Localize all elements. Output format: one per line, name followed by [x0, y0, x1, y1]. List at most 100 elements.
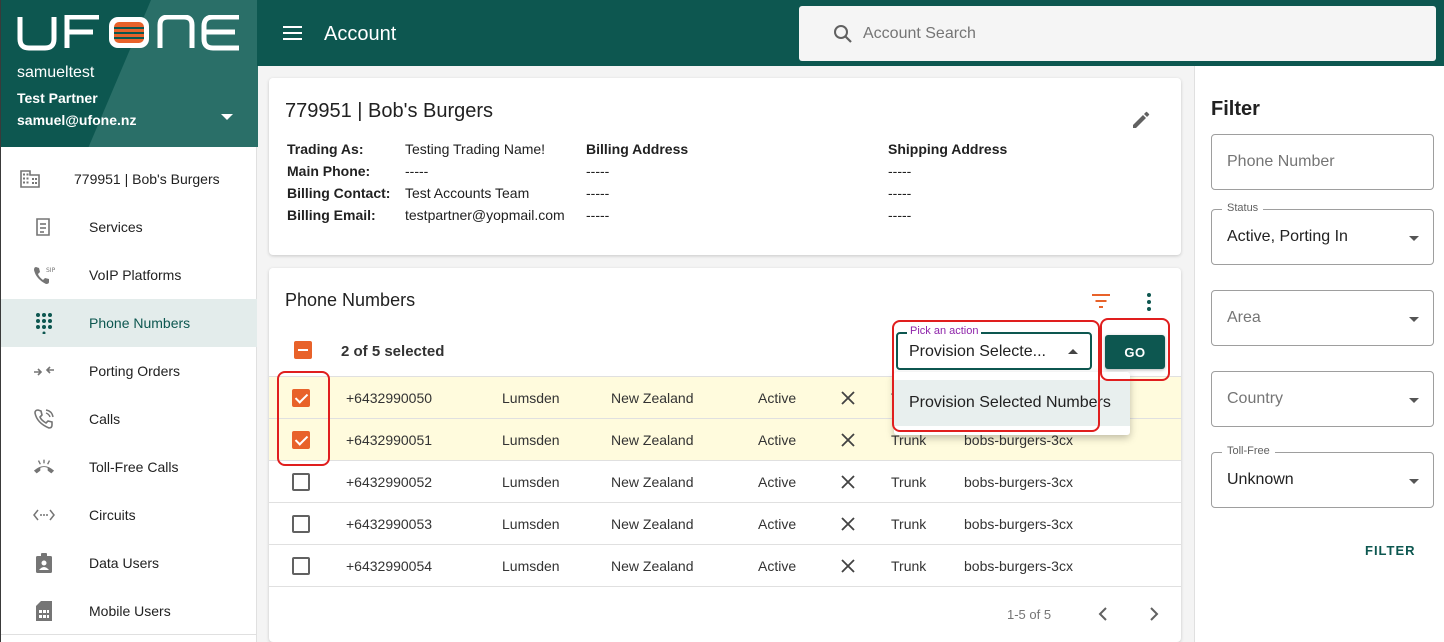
sidebar-item-label: Phone Numbers: [89, 315, 191, 331]
sidebar-item-phone-numbers[interactable]: Phone Numbers: [1, 299, 257, 347]
billing-address: Billing Address ----- ----- -----: [586, 141, 688, 229]
sidebar-nav: 779951 | Bob's Burgers Services SIP VoIP…: [1, 155, 257, 635]
sidebar-item-label: Services: [89, 219, 143, 235]
chevron-right-icon[interactable]: [1146, 604, 1162, 624]
area-filter-select[interactable]: Area: [1211, 290, 1434, 346]
table-row[interactable]: +6432990053 Lumsden New Zealand Active T…: [269, 502, 1181, 544]
filter-panel: Filter Phone Number Status Active, Porti…: [1194, 66, 1444, 642]
shipping-address-line: -----: [888, 207, 912, 223]
cell-area: Lumsden: [502, 390, 560, 406]
sidebar-item-services[interactable]: Services: [1, 203, 257, 251]
billing-address-heading: Billing Address: [586, 141, 689, 157]
hamburger-menu-icon[interactable]: [283, 26, 302, 40]
search-input[interactable]: [863, 20, 1383, 48]
shipping-address-line: -----: [888, 163, 912, 179]
phone-number-filter-field[interactable]: Phone Number: [1211, 134, 1434, 190]
cell-area: Lumsden: [502, 516, 560, 532]
cell-area: Lumsden: [502, 558, 560, 574]
sidebar-item-calls[interactable]: Calls: [1, 395, 257, 443]
sidebar-item-label: Data Users: [89, 555, 160, 571]
info-value: testpartner@yopmail.com: [405, 207, 565, 223]
phone-hangup-icon: [33, 457, 55, 477]
info-label: Main Phone:: [287, 163, 371, 179]
table-bottom-divider: [269, 586, 1181, 587]
pagination-range: 1-5 of 5: [1007, 607, 1052, 622]
info-label: Billing Contact:: [287, 185, 391, 201]
sidebar-item-porting-orders[interactable]: Porting Orders: [1, 347, 257, 395]
cell-area: Lumsden: [502, 474, 560, 490]
ufone-logo[interactable]: [17, 15, 243, 51]
table-row[interactable]: +6432990054 Lumsden New Zealand Active T…: [269, 544, 1181, 586]
account-search: [799, 6, 1436, 61]
close-icon: [841, 475, 855, 489]
account-info-grid: Trading As: Testing Trading Name! Main P…: [287, 141, 586, 229]
top-app-bar: Account: [257, 0, 1444, 66]
close-icon: [841, 391, 855, 405]
account-details-card: 779951 | Bob's Burgers Trading As: Testi…: [269, 78, 1181, 255]
sidebar-item-account[interactable]: 779951 | Bob's Burgers: [1, 155, 257, 203]
sidebar-item-label: Toll-Free Calls: [89, 459, 179, 475]
code-arrows-icon: [33, 505, 55, 525]
billing-address-line: -----: [586, 163, 610, 179]
sidebar-item-voip-platforms[interactable]: SIP VoIP Platforms: [1, 251, 257, 299]
select-all-checkbox[interactable]: [294, 341, 312, 359]
building-icon: [19, 169, 41, 189]
edit-pencil-icon[interactable]: [1131, 110, 1151, 130]
cell-number: +6432990054: [346, 558, 433, 574]
cell-status: Active: [758, 432, 797, 448]
cell-platform: bobs-burgers-3cx: [964, 558, 1073, 574]
sidebar-item-mobile-users[interactable]: Mobile Users: [1, 587, 257, 635]
cell-status: Active: [758, 474, 797, 490]
sidebar-item-label: 779951 | Bob's Burgers: [74, 171, 220, 187]
info-row-billing-email: Billing Email: testpartner@yopmail.com: [287, 207, 586, 229]
table-row[interactable]: +6432990052 Lumsden New Zealand Active T…: [269, 460, 1181, 502]
highlight-go-button: [1100, 318, 1170, 381]
sidebar-item-circuits[interactable]: Circuits: [1, 491, 257, 539]
sidebar: samueltest Test Partner samuel@ufone.nz …: [0, 0, 258, 642]
country-filter-select[interactable]: Country: [1211, 371, 1434, 427]
row-checkbox[interactable]: [292, 557, 310, 575]
sidebar-item-label: Circuits: [89, 507, 136, 523]
cell-number: +6432990053: [346, 516, 433, 532]
cell-platform: bobs-burgers-3cx: [964, 474, 1073, 490]
user-menu-caret-icon[interactable]: [221, 114, 233, 120]
filter-list-icon[interactable]: [1091, 293, 1111, 309]
chevron-left-icon[interactable]: [1095, 604, 1111, 624]
row-checkbox[interactable]: [292, 515, 310, 533]
close-icon: [841, 517, 855, 531]
more-vert-icon[interactable]: [1139, 292, 1159, 312]
status-filter-value: Active, Porting In: [1227, 228, 1348, 245]
cell-type: Trunk: [891, 516, 927, 532]
chevron-down-icon: [1409, 236, 1419, 241]
receipt-icon: [33, 217, 55, 237]
highlight-checkboxes: [277, 371, 330, 466]
cell-platform: bobs-burgers-3cx: [964, 516, 1073, 532]
filter-button[interactable]: FILTER: [1365, 543, 1416, 558]
info-row-main-phone: Main Phone: -----: [287, 163, 586, 185]
toll-free-filter-select[interactable]: Toll-Free Unknown: [1211, 445, 1434, 508]
cell-status: Active: [758, 558, 797, 574]
info-row-billing-contact: Billing Contact: Test Accounts Team: [287, 185, 586, 207]
shipping-address-heading: Shipping Address: [888, 141, 1008, 157]
ufone-logo-icon: [17, 15, 239, 51]
area-placeholder: Area: [1227, 309, 1261, 326]
phone-numbers-title: Phone Numbers: [285, 290, 416, 310]
sidebar-item-data-users[interactable]: Data Users: [1, 539, 257, 587]
chevron-down-icon: [1409, 317, 1419, 322]
cell-country: New Zealand: [611, 558, 694, 574]
cell-status: Active: [758, 390, 797, 406]
sidebar-item-label: VoIP Platforms: [89, 267, 182, 283]
sip-phone-icon: SIP: [33, 265, 55, 285]
close-icon: [841, 433, 855, 447]
info-value: Test Accounts Team: [405, 185, 530, 201]
user-partner: Test Partner: [17, 90, 98, 106]
sidebar-item-toll-free-calls[interactable]: Toll-Free Calls: [1, 443, 257, 491]
sidebar-item-label: Calls: [89, 411, 121, 427]
row-checkbox[interactable]: [292, 473, 310, 491]
status-filter-select[interactable]: Status Active, Porting In: [1211, 202, 1434, 265]
cell-country: New Zealand: [611, 390, 694, 406]
info-value: -----: [405, 163, 429, 179]
status-filter-label: Status: [1222, 202, 1264, 214]
account-title: 779951 | Bob's Burgers: [285, 100, 494, 122]
billing-address-line: -----: [586, 185, 610, 201]
